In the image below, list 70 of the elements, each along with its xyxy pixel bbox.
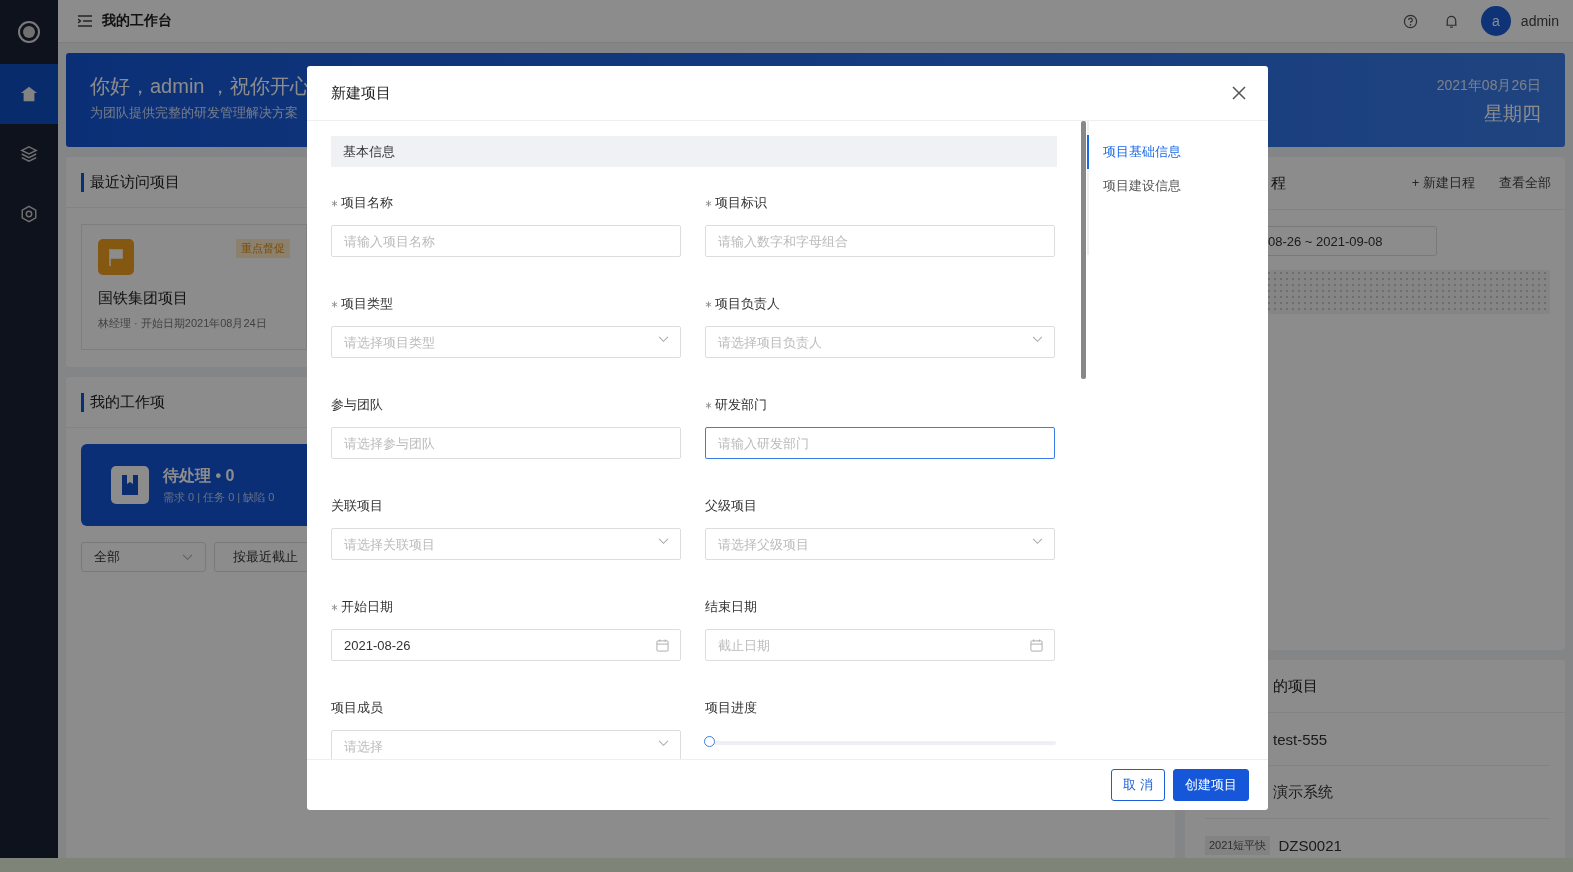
field-label: 参与团队 [331, 396, 383, 414]
anchor-link[interactable]: 项目建设信息 [1087, 169, 1181, 203]
pending-detail: 需求 0 | 任务 0 | 缺陷 0 [163, 489, 275, 505]
layers-icon [20, 145, 38, 163]
section-header: 基本信息 [331, 136, 1057, 167]
scrollbar[interactable] [1081, 121, 1086, 379]
project-name: 国铁集团项目 [98, 289, 188, 308]
project-name[interactable]: 演示系统 [1273, 782, 1333, 802]
project-name[interactable]: test-555 [1273, 730, 1328, 748]
user-avatar[interactable]: a [1480, 6, 1511, 36]
sidebar-item[interactable] [0, 64, 58, 124]
close-icon[interactable] [1232, 86, 1246, 100]
page-title: 我的工作台 [102, 12, 172, 30]
menu-icon[interactable] [78, 15, 92, 27]
field-label: 项目标识 [715, 194, 767, 212]
project-meta: 林经理 · 开始日期2021年08月24日 [98, 316, 268, 331]
caret-icon [182, 553, 193, 561]
caret-icon [1032, 538, 1043, 545]
card-title: 的项目 [1273, 676, 1318, 696]
field-label: 开始日期 [341, 598, 393, 616]
field-label: 关联项目 [331, 497, 383, 515]
bell-icon[interactable] [1443, 13, 1459, 29]
slider-thumb[interactable] [704, 736, 715, 747]
card-link[interactable]: 查看全部 [1499, 174, 1551, 192]
select-field[interactable]: 请选择关联项目 [331, 528, 681, 560]
caret-icon [1032, 336, 1043, 343]
calendar-icon [656, 639, 669, 652]
pending-title: 待处理 • 0 [163, 465, 236, 486]
field-label: 父级项目 [705, 497, 757, 515]
create-button[interactable]: 创建项目 [1173, 769, 1249, 801]
date-field[interactable]: 2021-08-26 [331, 629, 681, 661]
card-title: 程 [1271, 173, 1286, 193]
flag-icon [98, 239, 134, 275]
caret-icon [658, 336, 669, 343]
text-field[interactable]: 请输入研发部门 [705, 427, 1055, 459]
field-label: 项目类型 [341, 295, 393, 313]
field-label: 项目负责人 [715, 295, 780, 313]
dialog-title: 新建项目 [331, 83, 391, 103]
banner-date: 2021年08月26日 [1436, 77, 1541, 95]
select-field[interactable]: 请选择父级项目 [705, 528, 1055, 560]
project-name[interactable]: DZS0021 [1278, 836, 1342, 854]
banner-weekday: 星期四 [1484, 102, 1541, 126]
home-icon [20, 85, 38, 103]
select-field[interactable]: 请选择 [331, 730, 681, 759]
cancel-button[interactable]: 取 消 [1111, 769, 1165, 801]
field-label: 结束日期 [705, 598, 757, 616]
field-label: 研发部门 [715, 396, 767, 414]
bookmark-icon [111, 466, 149, 504]
logo-icon [17, 20, 41, 44]
help-icon[interactable] [1402, 13, 1418, 29]
anchor-link[interactable]: 项目基础信息 [1087, 135, 1181, 169]
settings-icon [20, 205, 38, 223]
select-field[interactable]: 请选择项目类型 [331, 326, 681, 358]
priority-badge: 重点督促 [236, 239, 290, 258]
caret-icon [658, 740, 669, 747]
field-label: 项目成员 [331, 699, 383, 717]
select-field[interactable]: 请选择项目负责人 [705, 326, 1055, 358]
project-card[interactable]: 重点督促 国铁集团项目 林经理 · 开始日期2021年08月24日 [81, 224, 307, 350]
banner-subtitle: 为团队提供完整的研发管理解决方案 [90, 104, 299, 122]
field-label: 项目名称 [341, 194, 393, 212]
filter-select[interactable]: 全部 [81, 542, 206, 572]
card-title: 我的工作项 [81, 392, 165, 412]
caret-icon [658, 538, 669, 545]
card-link[interactable]: + 新建日程 [1411, 174, 1475, 192]
calendar-icon [1030, 639, 1043, 652]
date-field[interactable]: 截止日期 [705, 629, 1055, 661]
user-name[interactable]: admin [1520, 13, 1559, 29]
card-title: 最近访问项目 [81, 172, 180, 192]
project-tag: 2021短平快 [1205, 835, 1271, 855]
field-label: 项目进度 [705, 699, 757, 717]
